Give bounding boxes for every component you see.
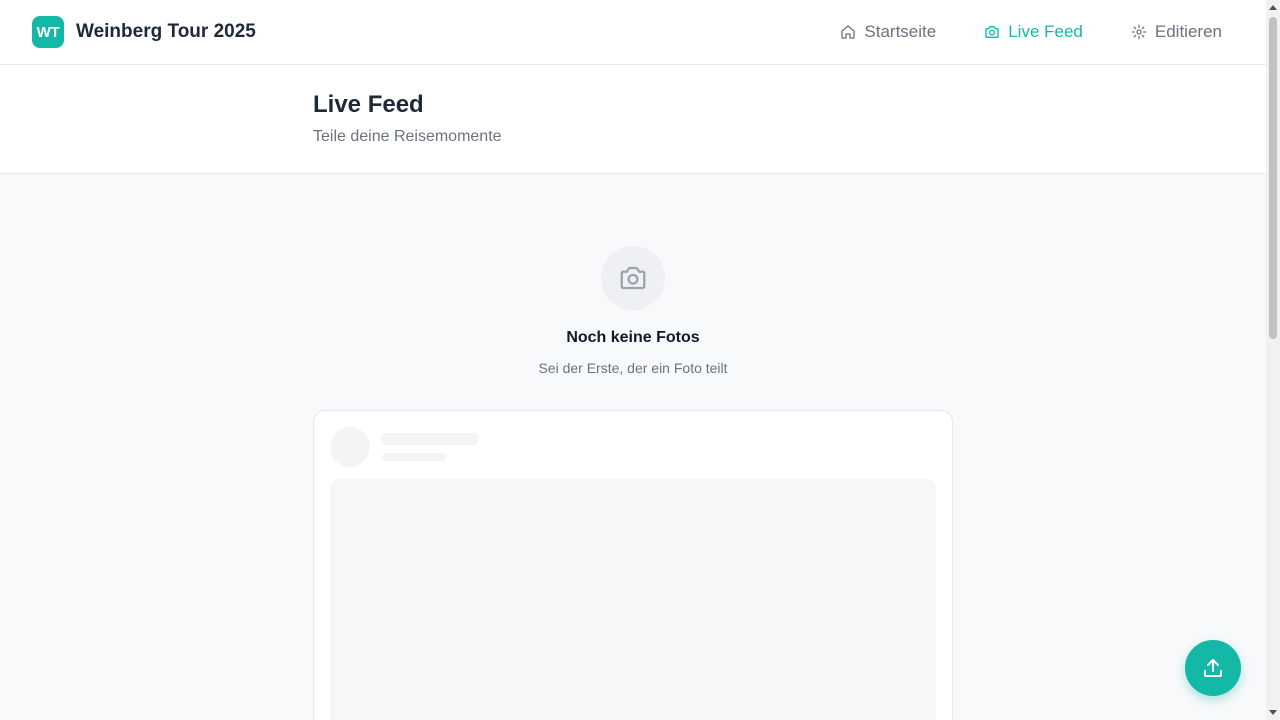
scrollbar-thumb[interactable] (1269, 17, 1277, 339)
app-title[interactable]: Weinberg Tour 2025 (76, 21, 256, 43)
empty-state-text: Sei der Erste, der ein Foto teilt (538, 360, 728, 376)
main-nav: Startseite Live Feed Editieren (804, 22, 1234, 42)
navbar: WT Weinberg Tour 2025 Startseite Live Fe… (0, 0, 1266, 65)
nav-item-live-feed[interactable]: Live Feed (972, 22, 1095, 42)
empty-state-title: Noch keine Fotos (566, 329, 700, 346)
home-icon (841, 25, 856, 39)
upload-icon (1204, 659, 1222, 677)
skeleton-image (330, 479, 936, 720)
skeleton-name-line (382, 433, 478, 445)
nav-item-label: Editieren (1154, 22, 1222, 41)
page-subtitle: Teile deine Reisemomente (313, 128, 502, 145)
skeleton-avatar (330, 427, 370, 467)
camera-icon (620, 266, 646, 290)
nav-item-startseite[interactable]: Startseite (828, 22, 948, 42)
skeleton-post-card (313, 410, 953, 720)
scroll-up-arrow-icon[interactable] (1269, 5, 1277, 10)
nav-item-label: Live Feed (1008, 22, 1083, 41)
page-scrollbar[interactable] (1266, 0, 1280, 720)
nav-item-label: Startseite (864, 22, 937, 41)
upload-photo-button[interactable] (1185, 640, 1241, 696)
empty-state-icon-circle (601, 246, 665, 310)
nav-item-editieren[interactable]: Editieren (1119, 22, 1234, 42)
page-title: Live Feed (313, 91, 424, 118)
skeleton-date-line (382, 453, 446, 461)
logo-text: WT (36, 23, 60, 41)
page-header: Live Feed Teile deine Reisemomente (0, 65, 1266, 174)
app-logo[interactable]: WT (32, 16, 64, 48)
scroll-down-arrow-icon[interactable] (1269, 710, 1277, 715)
camera-icon (985, 26, 999, 38)
gear-icon (1131, 24, 1147, 40)
